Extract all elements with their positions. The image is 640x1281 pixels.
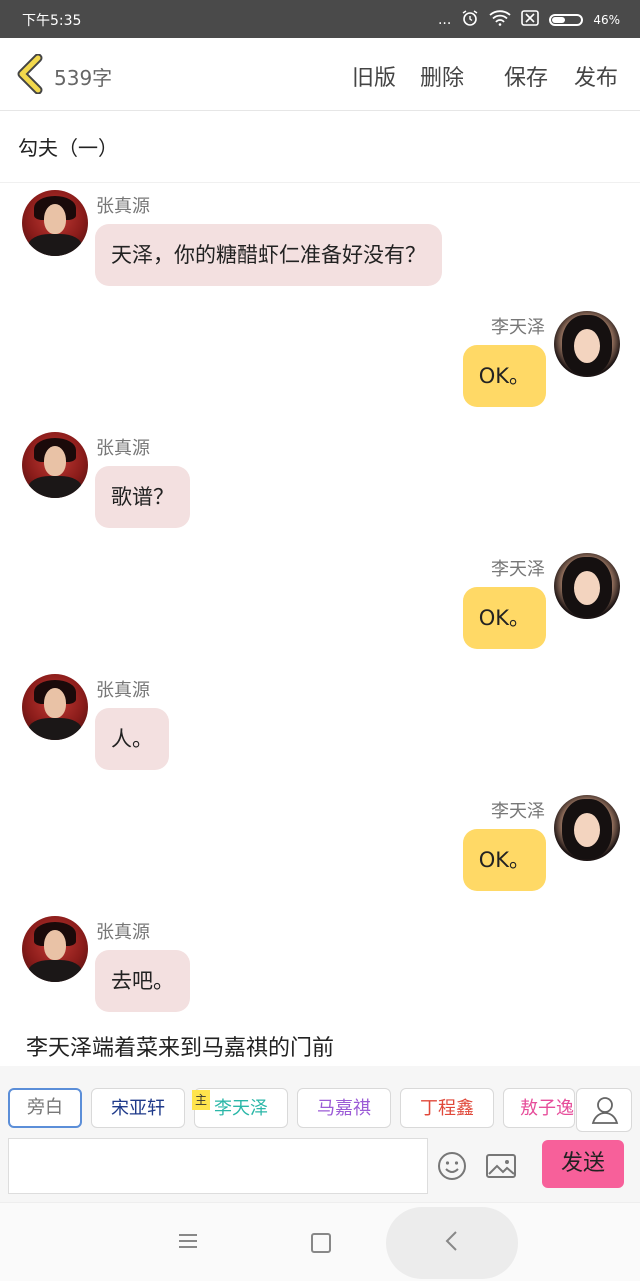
editor-header: 539字 旧版 删除 保存 发布 <box>0 38 640 111</box>
message-bubble[interactable]: OK。 <box>462 829 546 891</box>
status-bar: 下午5:35 ... 46% <box>0 0 640 38</box>
main-character-badge: 主 <box>192 1090 210 1110</box>
back-icon[interactable] <box>440 1229 464 1253</box>
message-bubble[interactable]: 天泽，你的糖醋虾仁准备好没有？ <box>95 224 442 286</box>
message-bubble[interactable]: OK。 <box>462 587 546 649</box>
sender-name: 张真源 <box>96 196 150 217</box>
emoji-button[interactable] <box>436 1150 468 1182</box>
narration-text[interactable]: 李天泽端着菜来到马嘉祺的门前 <box>26 1030 334 1062</box>
battery-percent: 46% <box>593 13 620 27</box>
character-chip-narrator[interactable]: 旁白 <box>8 1088 82 1128</box>
wifi-icon <box>489 10 511 30</box>
smiley-icon <box>438 1152 466 1180</box>
battery-fill <box>552 17 566 23</box>
character-chip[interactable]: 宋亚轩 <box>91 1088 185 1128</box>
sender-name: 张真源 <box>96 680 150 701</box>
message-bubble[interactable]: OK。 <box>462 345 546 407</box>
avatar[interactable] <box>554 311 620 377</box>
message-bubble[interactable]: 人。 <box>95 708 169 770</box>
story-title[interactable]: 勾夫（一） <box>18 132 118 161</box>
message-bubble[interactable]: 去吧。 <box>95 950 190 1012</box>
alarm-icon <box>461 9 479 31</box>
sender-name: 李天泽 <box>491 317 545 338</box>
character-chip[interactable]: 敖子逸 <box>503 1088 575 1128</box>
sender-name: 李天泽 <box>491 559 545 580</box>
character-chip[interactable]: 丁程鑫 <box>400 1088 494 1128</box>
chevron-left-icon <box>17 53 43 95</box>
avatar[interactable] <box>22 432 88 498</box>
word-count: 539字 <box>54 66 113 90</box>
more-dots-icon: ... <box>437 12 452 28</box>
avatar[interactable] <box>554 553 620 619</box>
divider <box>0 182 640 183</box>
person-icon <box>591 1097 619 1124</box>
menu-icon[interactable] <box>178 1233 198 1249</box>
character-chip[interactable]: 马嘉祺 <box>297 1088 391 1128</box>
sender-name: 李天泽 <box>491 801 545 822</box>
delete-button[interactable]: 删除 <box>420 60 464 92</box>
message-input[interactable] <box>8 1138 428 1194</box>
sender-name: 张真源 <box>96 922 150 943</box>
avatar[interactable] <box>22 190 88 256</box>
character-manage-button[interactable] <box>576 1088 632 1132</box>
back-button[interactable] <box>14 53 48 95</box>
avatar[interactable] <box>22 674 88 740</box>
system-nav-bar <box>0 1202 640 1281</box>
old-version-button[interactable]: 旧版 <box>352 60 396 92</box>
status-icons: ... 46% <box>438 9 620 31</box>
sender-name: 张真源 <box>96 438 150 459</box>
sim-disabled-icon <box>521 10 540 30</box>
home-icon[interactable] <box>311 1233 331 1253</box>
status-time: 下午5:35 <box>22 13 82 29</box>
send-button[interactable]: 发送 <box>542 1140 624 1188</box>
battery-icon <box>549 14 584 26</box>
avatar[interactable] <box>22 916 88 982</box>
image-icon <box>486 1154 516 1178</box>
save-button[interactable]: 保存 <box>504 60 548 92</box>
publish-button[interactable]: 发布 <box>574 60 618 92</box>
image-button[interactable] <box>484 1150 518 1182</box>
message-bubble[interactable]: 歌谱？ <box>95 466 190 528</box>
avatar[interactable] <box>554 795 620 861</box>
